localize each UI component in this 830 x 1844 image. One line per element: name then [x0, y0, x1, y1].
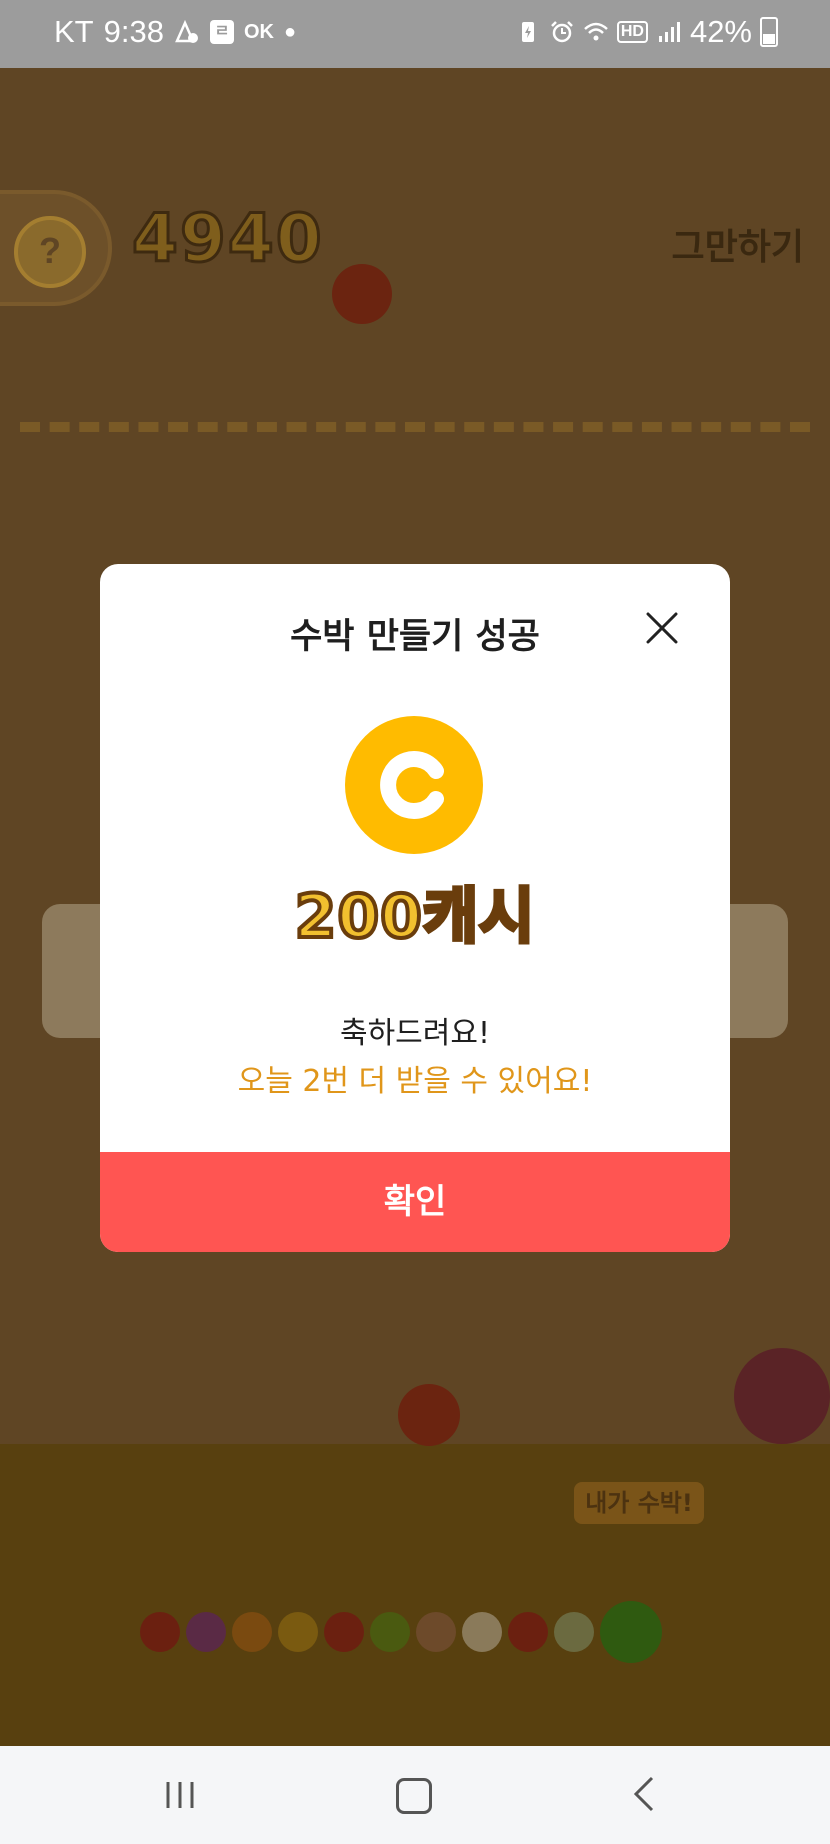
- remaining-chances-message: 오늘 2번 더 받을 수 있어요!: [237, 1064, 593, 1099]
- status-bar: KT 9:38 ㄹ OK ● HD 42%: [0, 0, 830, 68]
- stop-button[interactable]: 그만하기: [672, 218, 804, 270]
- recent-apps-icon[interactable]: [164, 1780, 196, 1810]
- chain-fruit-icon: [554, 1612, 594, 1652]
- chain-fruit-icon: [370, 1612, 410, 1652]
- wifi-icon: [584, 22, 608, 41]
- status-left: KT 9:38 ㄹ OK ●: [54, 14, 296, 50]
- reward-amount: 200캐시: [293, 880, 537, 954]
- back-icon[interactable]: [632, 1776, 656, 1812]
- chain-fruit-icon: [600, 1601, 662, 1663]
- ok-cashbag-icon: OK: [243, 20, 274, 43]
- success-modal: 수박 만들기 성공 200캐시 축하드려요! 오늘 2번 더 받을 수 있어요!…: [100, 564, 730, 1252]
- help-button[interactable]: ?: [14, 216, 86, 288]
- fruit-evolution-chain: [140, 1601, 662, 1663]
- chain-fruit-icon: [186, 1612, 226, 1652]
- score-display: 4940: [131, 199, 324, 279]
- goal-bubble: 내가 수박!: [574, 1482, 704, 1524]
- landed-plum-fruit: [734, 1348, 830, 1444]
- chain-fruit-icon: [278, 1612, 318, 1652]
- modal-title: 수박 만들기 성공: [290, 617, 540, 657]
- message-icon: ㄹ: [209, 20, 234, 44]
- time-label: 9:38: [103, 14, 164, 49]
- chain-fruit-icon: [416, 1612, 456, 1652]
- chain-fruit-icon: [324, 1612, 364, 1652]
- battery-saver-icon: [521, 22, 534, 42]
- game-floor: [0, 1444, 830, 1746]
- cash-coin-icon: [345, 716, 483, 854]
- congrats-message: 축하드려요!: [339, 1016, 491, 1051]
- next-fruit[interactable]: [332, 264, 392, 324]
- limit-line: [20, 422, 810, 432]
- signal-icon: [658, 22, 680, 42]
- carrier-label: KT: [54, 14, 94, 49]
- coin-c-glyph: [380, 751, 444, 819]
- hd-icon: HD: [616, 21, 648, 43]
- landed-fruit: [398, 1384, 460, 1446]
- dot-icon: ●: [283, 20, 297, 43]
- chain-fruit-icon: [232, 1612, 272, 1652]
- navigation-bar: [0, 1746, 830, 1844]
- battery-icon: [760, 17, 778, 47]
- notification-app-icon: [175, 19, 198, 43]
- status-right: HD 42%: [515, 14, 778, 50]
- chain-fruit-icon: [508, 1612, 548, 1652]
- confirm-button[interactable]: 확인: [100, 1152, 730, 1252]
- chain-fruit-icon: [462, 1612, 502, 1652]
- alarm-icon: [550, 21, 573, 43]
- close-icon[interactable]: [640, 606, 684, 650]
- battery-percent: 42%: [689, 14, 752, 49]
- home-icon[interactable]: [396, 1778, 432, 1814]
- chain-fruit-icon: [140, 1612, 180, 1652]
